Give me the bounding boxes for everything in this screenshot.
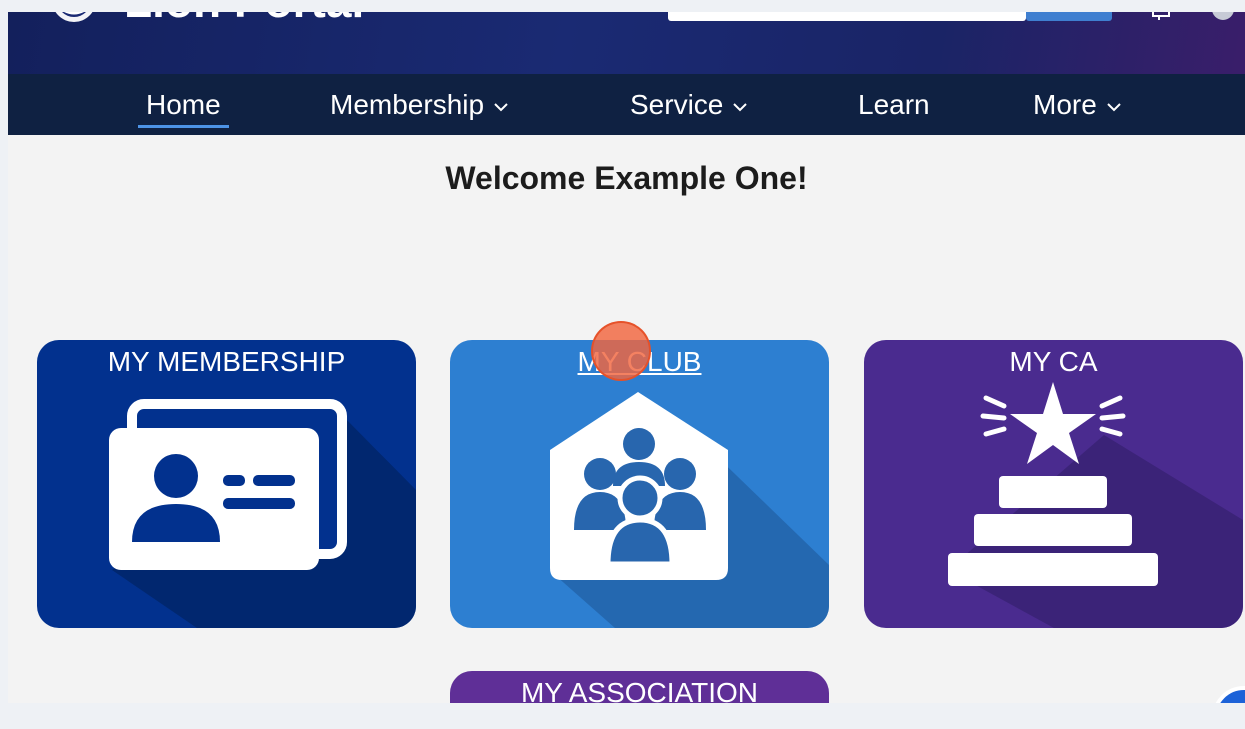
star-podium-icon <box>948 382 1243 628</box>
tile-my-membership[interactable]: MY MEMBERSHIP <box>37 340 416 628</box>
tile-label: MY CA <box>1009 346 1098 377</box>
nav-item-more[interactable]: More <box>1033 86 1121 124</box>
tile-my-association[interactable]: MY ASSOCIATION <box>450 671 829 703</box>
id-card-icon <box>109 399 416 628</box>
portal-header: Lion Portal <box>8 12 1245 74</box>
nav-item-service[interactable]: Service <box>630 86 748 124</box>
search-button[interactable] <box>1026 12 1112 21</box>
lions-logo-icon[interactable] <box>48 12 100 32</box>
portal-title: Lion Portal <box>124 12 364 28</box>
search-input[interactable] <box>668 12 1026 21</box>
nav-item-label: Learn <box>858 89 930 120</box>
help-chat-button[interactable] <box>1212 686 1245 703</box>
tile-my-ca[interactable]: MY CA <box>864 340 1243 628</box>
nav-item-label: More <box>1033 89 1097 120</box>
nav-item-label: Home <box>146 89 221 120</box>
avatar[interactable] <box>1212 12 1234 20</box>
cart-icon[interactable] <box>1150 12 1172 20</box>
tile-label: MY ASSOCIATION <box>520 677 758 703</box>
tile-label: MY CLUB <box>577 346 702 377</box>
tile-label: MY MEMBERSHIP <box>107 346 346 377</box>
nav-item-learn[interactable]: Learn <box>858 86 930 124</box>
nav-item-label: Service <box>630 89 724 120</box>
chevron-down-icon <box>1107 103 1121 112</box>
chevron-down-icon <box>733 103 748 112</box>
portal-page: Lion Portal Home Membership Service Lear… <box>8 12 1245 703</box>
chevron-down-icon <box>494 103 508 112</box>
nav-item-home[interactable]: Home <box>138 86 229 128</box>
nav-item-membership[interactable]: Membership <box>330 86 508 124</box>
main-navigation: Home Membership Service Learn More <box>8 74 1245 135</box>
tile-my-club[interactable]: MY CLUB <box>450 340 829 628</box>
nav-item-label: Membership <box>330 89 485 120</box>
club-house-icon <box>550 392 829 628</box>
welcome-heading: Welcome Example One! <box>445 160 808 196</box>
